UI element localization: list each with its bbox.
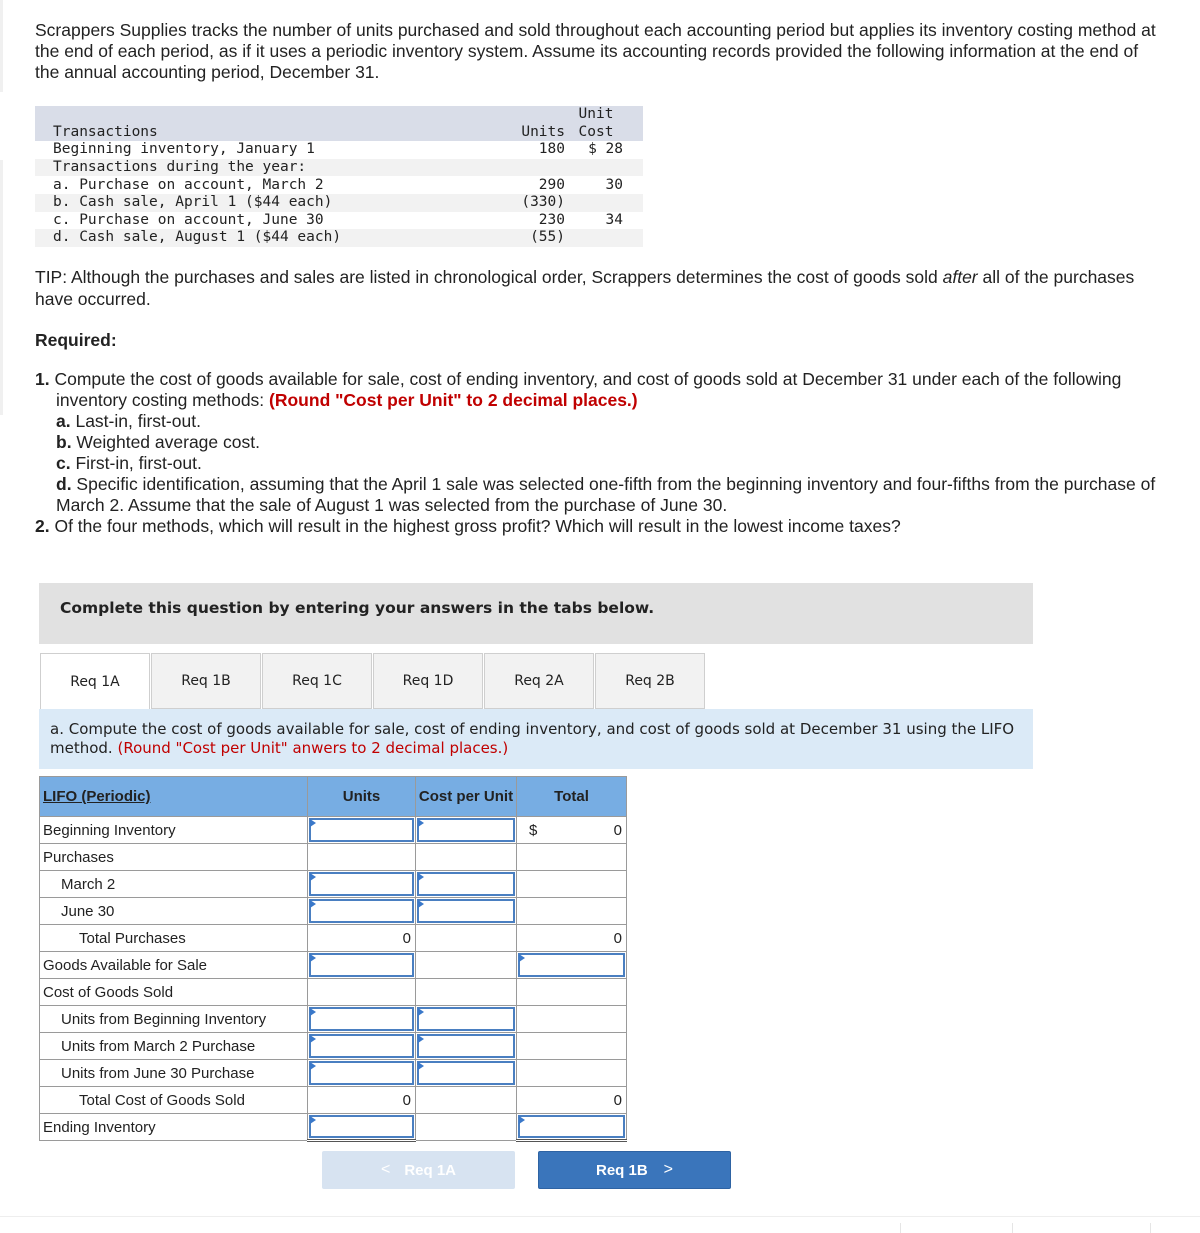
goods-available-total-input[interactable] [518,953,625,977]
units-from-march-2-row: Units from March 2 Purchase [39,1032,627,1060]
total-column-header: Total [516,776,627,817]
chevron-left-icon: < [380,1161,391,1178]
from-beginning-units-input[interactable] [309,1007,414,1031]
transaction-row: a. Purchase on account, March 2 290 30 [53,176,623,193]
requirement-1: 1. Compute the cost of goods available f… [35,369,1122,410]
tab-req-1a[interactable]: Req 1A [40,653,150,709]
instructions-banner-text: Complete this question by entering your … [60,599,655,617]
requirement-1c: c. First-in, first-out. [56,453,202,473]
total-purchases-row: Total Purchases 0 0 [39,924,627,952]
lifo-table-title: LIFO (Periodic) [43,788,151,805]
next-tab-button[interactable]: Req 1B > [538,1151,731,1189]
from-june-30-units-input[interactable] [309,1061,414,1085]
requirement-2: 2. Of the four methods, which will resul… [35,516,901,536]
june-30-cost-per-unit-input[interactable] [417,899,515,923]
from-beginning-cost-per-unit-input[interactable] [417,1007,515,1031]
transaction-row: Beginning inventory, January 1 180 $ 28 [53,141,623,158]
beginning-inventory-cost-per-unit-input[interactable] [417,818,515,842]
ending-inventory-units-input[interactable] [309,1115,414,1138]
tab-req-2b[interactable]: Req 2B [595,653,705,709]
intro-paragraph: Scrappers Supplies tracks the number of … [35,20,1156,82]
june-30-row: June 30 [39,897,627,925]
left-edge-decoration [0,0,3,92]
march-2-cost-per-unit-input[interactable] [417,872,515,896]
left-edge-decoration [0,160,3,415]
lifo-header-row: LIFO (Periodic) Units Cost per Unit Tota… [39,776,627,817]
goods-available-row: Goods Available for Sale [39,951,627,979]
unit-cost-header-line2: Cost [569,123,643,142]
unit-cost-header-line1: Unit [569,106,643,124]
tab-req-1c[interactable]: Req 1C [262,653,372,709]
beginning-inventory-row: Beginning Inventory $0 [39,816,627,844]
total-cogs-row: Total Cost of Goods Sold 0 0 [39,1086,627,1114]
transaction-row: b. Cash sale, April 1 ($44 each) (330) [35,193,643,212]
units-from-june-30-row: Units from June 30 Purchase [39,1059,627,1087]
previous-tab-button[interactable]: < Req 1A [322,1151,515,1189]
tab-req-2a[interactable]: Req 2A [484,653,594,709]
cost-per-unit-column-header: Cost per Unit [415,776,517,817]
units-from-beginning-row: Units from Beginning Inventory [39,1005,627,1033]
ending-inventory-total-input[interactable] [518,1115,625,1138]
tab-req-1b[interactable]: Req 1B [151,653,261,709]
goods-available-units-input[interactable] [309,953,414,977]
lifo-periodic-table: LIFO (Periodic) Units Cost per Unit Tota… [39,776,627,1142]
requirements-list: 1. Compute the cost of goods available f… [35,369,1165,537]
cost-of-goods-sold-row: Cost of Goods Sold [39,978,627,1006]
tip-paragraph: TIP: Although the purchases and sales ar… [35,267,1135,309]
purchases-row: Purchases [39,843,627,871]
beginning-inventory-total: 0 [613,822,622,839]
currency-symbol: $ [529,822,538,839]
tab-instruction: a. Compute the cost of goods available f… [39,709,1033,769]
units-column-header: Units [307,776,416,817]
tab-req-1d[interactable]: Req 1D [373,653,483,709]
footer-divider [0,1216,1200,1217]
footer-divider [1150,1223,1151,1233]
from-march-2-units-input[interactable] [309,1034,414,1058]
footer-divider [1012,1223,1013,1233]
total-cogs-units: 0 [402,1092,411,1109]
june-30-units-input[interactable] [309,899,414,923]
footer-divider [900,1223,901,1233]
march-2-row: March 2 [39,870,627,898]
required-heading: Required: [35,330,117,350]
beginning-inventory-units-input[interactable] [309,818,414,842]
transaction-row: Transactions during the year: [35,158,643,177]
total-purchases-total: 0 [613,930,622,947]
transactions-header-row: Unit [35,106,643,124]
chevron-right-icon: > [663,1161,674,1178]
requirement-1a: a. Last-in, first-out. [56,411,201,431]
rounding-note: (Round "Cost per Unit" anwers to 2 decim… [117,739,509,757]
ending-inventory-row: Ending Inventory [39,1113,627,1142]
march-2-units-input[interactable] [309,872,414,896]
transaction-row: c. Purchase on account, June 30 230 34 [53,211,623,228]
from-march-2-cost-per-unit-input[interactable] [417,1034,515,1058]
transactions-header-row: Transactions Units Cost [35,123,643,142]
transaction-row: d. Cash sale, August 1 ($44 each) (55) [35,229,643,247]
units-header: Units [489,123,569,142]
transactions-table: Unit Transactions Units Cost Beginning i… [35,106,643,247]
transactions-header: Transactions [35,123,489,142]
total-cogs-total: 0 [613,1092,622,1109]
instructions-banner: Complete this question by entering your … [39,583,1033,644]
rounding-note: (Round "Cost per Unit" to 2 decimal plac… [269,390,638,410]
total-purchases-units: 0 [402,930,411,947]
requirement-1b: b. Weighted average cost. [56,432,260,452]
requirement-tabs: Req 1A Req 1B Req 1C Req 1D Req 2A Req 2… [40,653,706,709]
from-june-30-cost-per-unit-input[interactable] [417,1061,515,1085]
requirement-1d: d. Specific identification, assuming tha… [56,474,1156,515]
